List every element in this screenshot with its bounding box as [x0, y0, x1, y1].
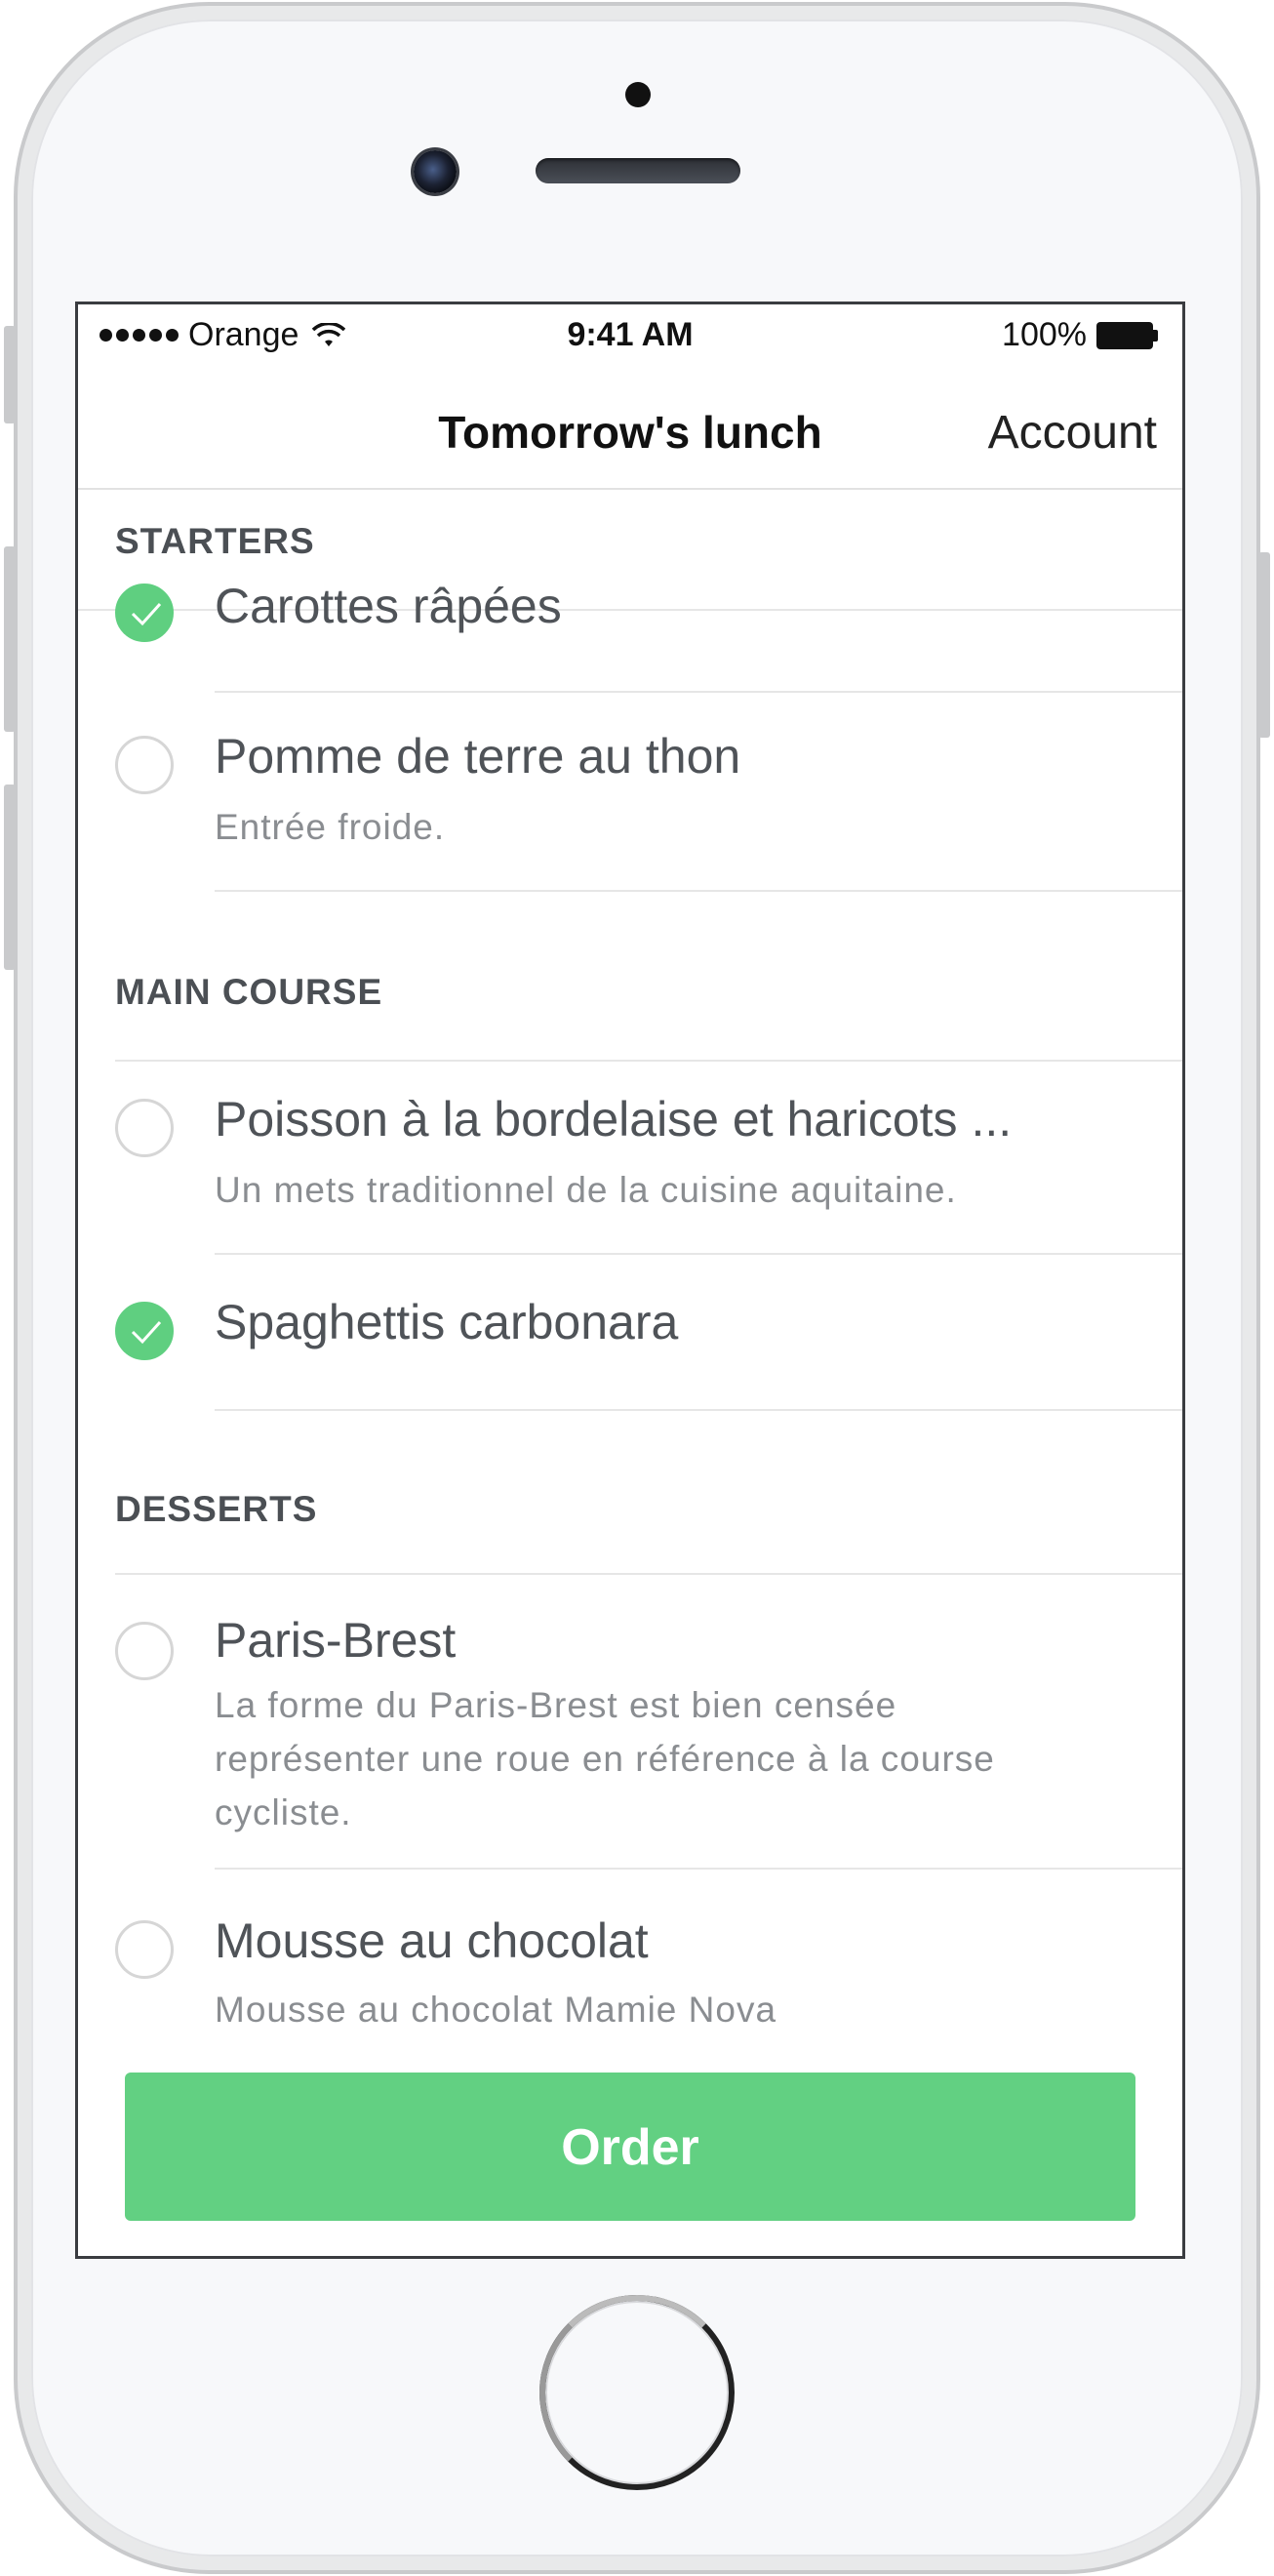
radio-unchecked-icon[interactable] [115, 1099, 174, 1157]
battery-icon [1096, 321, 1161, 349]
divider [215, 1409, 1182, 1411]
divider [215, 1253, 1182, 1255]
side-button-volume-up [4, 546, 16, 732]
side-button-volume-down [4, 785, 16, 970]
radio-unchecked-icon[interactable] [115, 736, 174, 794]
order-button[interactable]: Order [125, 2073, 1135, 2221]
status-right: 100% [1002, 316, 1161, 354]
item-title: Paris-Brest [215, 1613, 457, 1668]
battery-percent: 100% [1002, 316, 1087, 353]
proximity-sensor [625, 82, 651, 107]
radio-unchecked-icon[interactable] [115, 1920, 174, 1979]
item-title: Pomme de terre au thon [215, 729, 741, 784]
item-title: Mousse au chocolat [215, 1913, 649, 1968]
section-header-desserts: DESSERTS [115, 1489, 318, 1529]
app-screen: Orange 9:41 AM 100% Tomorrow's lunch Acc… [78, 304, 1182, 2256]
item-title: Poisson à la bordelaise et haricots ... [215, 1092, 1013, 1147]
earpiece-speaker [536, 158, 740, 183]
checkmark-icon[interactable] [115, 1302, 174, 1360]
divider [215, 890, 1182, 892]
section-header-main-course: MAIN COURSE [115, 972, 383, 1012]
item-subtitle: Un mets traditionnel de la cuisine aquit… [215, 1170, 957, 1210]
checkmark-icon[interactable] [115, 584, 174, 642]
divider [115, 1573, 1182, 1575]
item-subtitle: Entrée froide. [215, 807, 446, 847]
radio-unchecked-icon[interactable] [115, 1622, 174, 1680]
front-camera [414, 150, 457, 193]
item-subtitle: Mousse au chocolat Mamie Nova [215, 1990, 777, 2030]
side-button-mute [4, 326, 16, 423]
menu-list[interactable]: STARTERS Carottes râpées Pomme de terre … [78, 490, 1182, 2071]
divider [115, 1060, 1182, 1062]
section-header-starters: STARTERS [115, 521, 315, 561]
divider [215, 691, 1182, 693]
side-button-power [1258, 552, 1270, 738]
item-title: Carottes râpées [215, 579, 562, 633]
home-button[interactable] [539, 2295, 735, 2490]
status-bar: Orange 9:41 AM 100% [78, 304, 1182, 363]
navigation-bar: Tomorrow's lunch Account [78, 363, 1182, 490]
divider [215, 1868, 1182, 1870]
account-button[interactable]: Account [988, 406, 1157, 460]
item-title: Spaghettis carbonara [215, 1295, 679, 1349]
item-subtitle: La forme du Paris-Brest est bien censée … [215, 1685, 995, 1832]
